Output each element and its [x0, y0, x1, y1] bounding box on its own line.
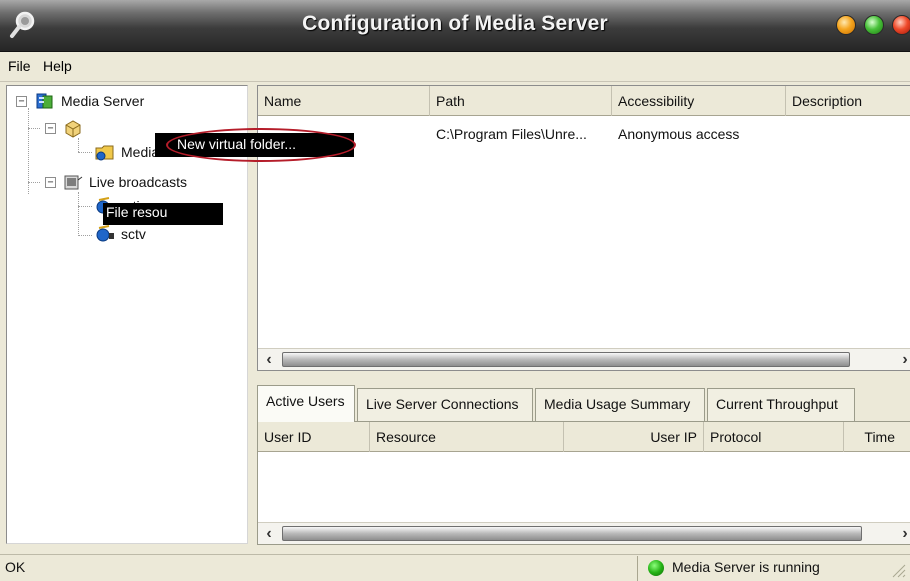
resources-header: Name Path Accessibility Description	[258, 86, 910, 116]
column-header-name[interactable]: Name	[258, 86, 430, 116]
status-indicator-icon	[648, 560, 664, 576]
resize-grip-icon[interactable]	[885, 557, 907, 579]
broadcast-folder-icon	[64, 175, 83, 190]
highlight-ring	[166, 128, 356, 162]
column-header-description[interactable]: Description	[786, 86, 910, 116]
column-header-resource[interactable]: Resource	[370, 422, 564, 452]
broadcast-channel-icon	[96, 225, 114, 242]
collapse-icon[interactable]: −	[16, 96, 27, 107]
table-row-cell-path[interactable]: C:\Program Files\Unre...	[436, 126, 587, 142]
tree-item-channel[interactable]: sctv	[7, 224, 247, 244]
resources-list[interactable]: Name Path Accessibility Description C:\P…	[257, 85, 910, 371]
status-bar: OK Media Server is running	[0, 554, 910, 581]
tree-label-file-resources: File resou	[106, 204, 168, 220]
server-status-pane: Media Server is running	[637, 556, 879, 581]
scroll-right-icon[interactable]: ›	[894, 349, 910, 370]
scroll-left-icon[interactable]: ‹	[258, 523, 280, 544]
selected-node-highlight: File resou	[103, 203, 223, 225]
tab-current-throughput[interactable]: Current Throughput	[707, 388, 855, 421]
status-text: OK	[5, 559, 26, 575]
minimize-button[interactable]	[836, 15, 856, 35]
column-header-protocol[interactable]: Protocol	[704, 422, 844, 452]
close-button[interactable]	[892, 15, 910, 35]
package-icon	[65, 120, 81, 138]
tab-strip: Active Users Live Server Connections Med…	[257, 385, 910, 422]
scrollbar-thumb[interactable]	[282, 352, 850, 367]
window-title: Configuration of Media Server	[302, 12, 608, 35]
title-bar[interactable]: Configuration of Media Server	[0, 0, 910, 52]
server-status-text: Media Server is running	[672, 559, 820, 575]
resources-horizontal-scrollbar[interactable]: ‹ ›	[258, 348, 910, 370]
menu-bar: File Help	[0, 52, 910, 82]
tab-media-usage-summary[interactable]: Media Usage Summary	[535, 388, 705, 421]
column-header-user-ip[interactable]: User IP	[564, 422, 704, 452]
tree-label-live-broadcasts: Live broadcasts	[89, 174, 188, 190]
tree-item-live-broadcasts[interactable]: − Live broadcasts	[7, 172, 247, 192]
column-header-accessibility[interactable]: Accessibility	[612, 86, 786, 116]
menu-file[interactable]: File	[8, 58, 31, 74]
tree-label-media: Media	[121, 144, 160, 160]
menu-help[interactable]: Help	[43, 58, 72, 74]
collapse-icon[interactable]: −	[45, 177, 56, 188]
scroll-right-icon[interactable]: ›	[894, 523, 910, 544]
column-header-user-id[interactable]: User ID	[258, 422, 370, 452]
tab-live-server-connections[interactable]: Live Server Connections	[357, 388, 533, 421]
folder-icon	[95, 145, 114, 161]
tab-active-users[interactable]: Active Users	[257, 385, 355, 422]
tree-item-media-server[interactable]: − Media Server	[7, 91, 247, 111]
scrollbar-thumb[interactable]	[282, 526, 862, 541]
scroll-left-icon[interactable]: ‹	[258, 349, 280, 370]
tree-label-channel: sctv	[121, 226, 146, 242]
active-users-header: User ID Resource User IP Protocol Time	[258, 422, 910, 452]
users-horizontal-scrollbar[interactable]: ‹ ›	[258, 522, 910, 544]
column-header-path[interactable]: Path	[430, 86, 612, 116]
table-row-cell-accessibility[interactable]: Anonymous access	[618, 126, 739, 142]
tree-label-media-server: Media Server	[61, 93, 145, 109]
media-server-icon	[36, 93, 53, 109]
column-header-time[interactable]: Time	[844, 422, 910, 452]
collapse-icon[interactable]: −	[45, 123, 56, 134]
main-window: Configuration of Media Server File Help …	[0, 0, 910, 581]
maximize-button[interactable]	[864, 15, 884, 35]
active-users-list[interactable]: User ID Resource User IP Protocol Time ‹…	[257, 421, 910, 545]
